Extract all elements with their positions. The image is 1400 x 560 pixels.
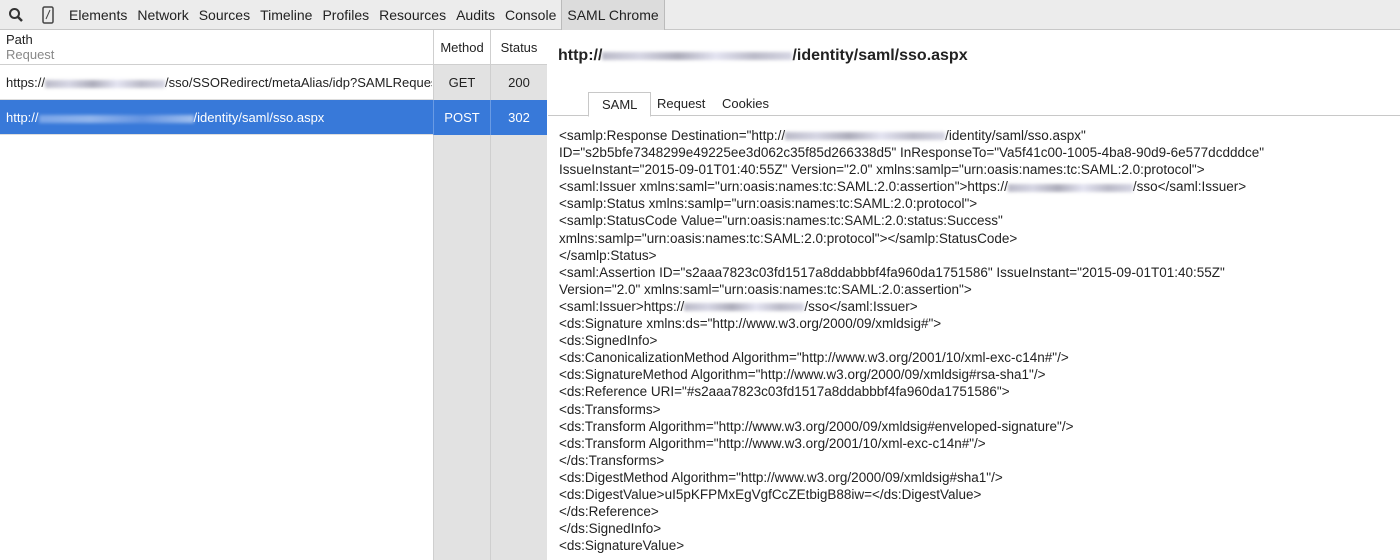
xml-text: <saml:Issuer xmlns:saml="urn:oasis:names… (559, 179, 1008, 195)
tab-profiles[interactable]: Profiles (317, 0, 374, 30)
xml-text: /sso</saml:Issuer> (1132, 179, 1247, 195)
xml-text: <ds:DigestValue>uI5pKFPMxEgVgfCcZEtbigB8… (559, 486, 982, 502)
xml-text: <saml:Issuer>https:// (559, 298, 685, 314)
xml-line: <saml:Issuer>https:// /sso</saml:Issuer> (559, 298, 1264, 315)
redacted-host (684, 303, 805, 312)
path-prefix: http:// (6, 110, 39, 125)
xml-line: </ds:Reference> (559, 503, 1264, 520)
url-prefix: http:// (558, 47, 603, 64)
xml-line: <ds:DigestValue>uI5pKFPMxEgVgfCcZEtbigB8… (559, 486, 1264, 503)
xml-text: <samlp:Status xmlns:samlp="urn:oasis:nam… (559, 196, 978, 212)
tab-console[interactable]: Console (500, 0, 561, 30)
redacted-host (38, 114, 194, 123)
request-row[interactable]: http:// /identity/saml/sso.aspx POST 302 (0, 100, 547, 135)
xml-line: <ds:CanonicalizationMethod Algorithm="ht… (559, 349, 1264, 366)
detail-tab-saml[interactable]: SAML (588, 92, 652, 117)
redacted-host (785, 132, 946, 141)
request-list-header: Path Request Method Status (0, 30, 547, 65)
xml-text: </ds:Reference> (559, 504, 659, 520)
xml-text: xmlns:samlp="urn:oasis:names:tc:SAML:2.0… (559, 230, 1018, 246)
redacted-host (602, 51, 793, 60)
xml-text: ID="s2b5bfe7348299e49225ee3d062c35f85d26… (559, 145, 1265, 161)
xml-line: <samlp:StatusCode Value="urn:oasis:names… (559, 212, 1264, 229)
path-suffix: /sso/SSORedirect/metaAlias/idp?SAMLReque… (165, 75, 432, 90)
tab-elements[interactable]: Elements (64, 0, 132, 30)
xml-line: </ds:Transforms> (559, 452, 1264, 469)
request-subheader: Request (6, 47, 55, 62)
xml-line: <ds:Transform Algorithm="http://www.w3.o… (559, 418, 1264, 435)
xml-text: Version="2.0" xmlns:saml="urn:oasis:name… (559, 281, 972, 297)
xml-text: <ds:CanonicalizationMethod Algorithm="ht… (559, 350, 1069, 366)
detail-tab-request[interactable]: Request (649, 92, 713, 116)
xml-line: Version="2.0" xmlns:saml="urn:oasis:name… (559, 281, 1264, 298)
path-header[interactable]: Path (6, 32, 54, 47)
device-mode-icon[interactable] (32, 0, 64, 30)
url-path: /identity/saml/sso.aspx (792, 47, 968, 64)
detail-tab-cookies[interactable]: Cookies (714, 92, 777, 116)
xml-text: <ds:Transform Algorithm="http://www.w3.o… (559, 418, 1074, 434)
xml-text: /sso</saml:Issuer> (804, 298, 918, 314)
request-path: https:// /sso/SSORedirect/metaAlias/idp?S… (6, 65, 432, 100)
xml-line: <ds:SignedInfo> (559, 332, 1264, 349)
xml-text: <ds:SignatureValue> (559, 538, 685, 554)
tab-timeline[interactable]: Timeline (255, 0, 317, 30)
request-method: GET (433, 65, 490, 100)
xml-text: <ds:Signature xmlns:ds="http://www.w3.or… (559, 316, 942, 332)
xml-line: <ds:Reference URI="#s2aaa7823c03fd1517a8… (559, 383, 1264, 400)
xml-text: <samlp:Response Destination="http:// (559, 128, 786, 143)
xml-line: <saml:Issuer xmlns:saml="urn:oasis:names… (559, 178, 1264, 195)
saml-xml-content: <samlp:Response Destination="http:// /ide… (559, 127, 1264, 554)
search-icon[interactable] (0, 0, 32, 30)
xml-line: ID="s2b5bfe7348299e49225ee3d062c35f85d26… (559, 144, 1264, 161)
xml-text: <ds:Reference URI="#s2aaa7823c03fd1517a8… (559, 384, 1010, 400)
xml-text: <samlp:StatusCode Value="urn:oasis:names… (559, 213, 1003, 229)
xml-line: <ds:DigestMethod Algorithm="http://www.w… (559, 469, 1264, 486)
xml-text: </samlp:Status> (559, 247, 657, 263)
devtools-toolbar: Elements Network Sources Timeline Profiles Re… (0, 0, 1400, 30)
xml-text: <ds:Transforms> (559, 401, 661, 417)
request-row[interactable]: https:// /sso/SSORedirect/metaAlias/idp?S… (0, 65, 547, 100)
xml-text: <saml:Assertion ID="s2aaa7823c03fd1517a8… (559, 264, 1225, 280)
tab-saml-chrome[interactable]: SAML Chrome (561, 0, 665, 30)
xml-line: xmlns:samlp="urn:oasis:names:tc:SAML:2.0… (559, 230, 1264, 247)
request-path: http:// /identity/saml/sso.aspx (6, 100, 432, 135)
xml-line: </samlp:Status> (559, 247, 1264, 264)
status-header[interactable]: Status (490, 30, 547, 65)
xml-line: <samlp:Response Destination="http:// /ide… (559, 127, 1264, 144)
request-method: POST (433, 100, 490, 135)
xml-text: <ds:DigestMethod Algorithm="http://www.w… (559, 469, 1003, 485)
tab-audits[interactable]: Audits (451, 0, 500, 30)
xml-text: <ds:Transform Algorithm="http://www.w3.o… (559, 435, 986, 451)
path-prefix: https:// (6, 75, 46, 90)
xml-line: IssueInstant="2015-09-01T01:40:55Z" Vers… (559, 161, 1264, 178)
xml-line: <ds:Transforms> (559, 401, 1264, 418)
xml-line: <ds:SignatureValue> (559, 537, 1264, 554)
detail-tabs: SAML Request Cookies (548, 92, 1400, 117)
request-list: Path Request Method Status https:// /sso/… (0, 30, 547, 560)
xml-text: IssueInstant="2015-09-01T01:40:55Z" Vers… (559, 162, 1205, 178)
xml-text: <ds:SignatureMethod Algorithm="http://ww… (559, 367, 1046, 383)
path-suffix: /identity/saml/sso.aspx (193, 110, 325, 125)
xml-text: </ds:Transforms> (559, 452, 665, 468)
tab-network[interactable]: Network (132, 0, 193, 30)
tab-resources[interactable]: Resources (374, 0, 451, 30)
xml-line: </ds:SignedInfo> (559, 520, 1264, 537)
redacted-host (45, 79, 166, 88)
xml-text: </ds:SignedInfo> (559, 521, 662, 537)
xml-line: <saml:Assertion ID="s2aaa7823c03fd1517a8… (559, 264, 1264, 281)
xml-text: <ds:SignedInfo> (559, 333, 658, 349)
xml-line: <samlp:Status xmlns:samlp="urn:oasis:nam… (559, 195, 1264, 212)
redacted-host (1007, 183, 1133, 192)
method-header[interactable]: Method (433, 30, 490, 65)
request-status: 200 (490, 65, 547, 100)
tab-sources[interactable]: Sources (194, 0, 255, 30)
xml-text: /identity/saml/sso.aspx" (945, 128, 1086, 143)
xml-line: <ds:SignatureMethod Algorithm="http://ww… (559, 366, 1264, 383)
saml-detail-pane: http:// /identity/saml/sso.aspx SAML Reque… (548, 30, 1400, 560)
detail-url: http:// /identity/saml/sso.aspx (558, 47, 968, 65)
xml-line: <ds:Signature xmlns:ds="http://www.w3.or… (559, 315, 1264, 332)
xml-line: <ds:Transform Algorithm="http://www.w3.o… (559, 435, 1264, 452)
request-status: 302 (490, 100, 547, 135)
